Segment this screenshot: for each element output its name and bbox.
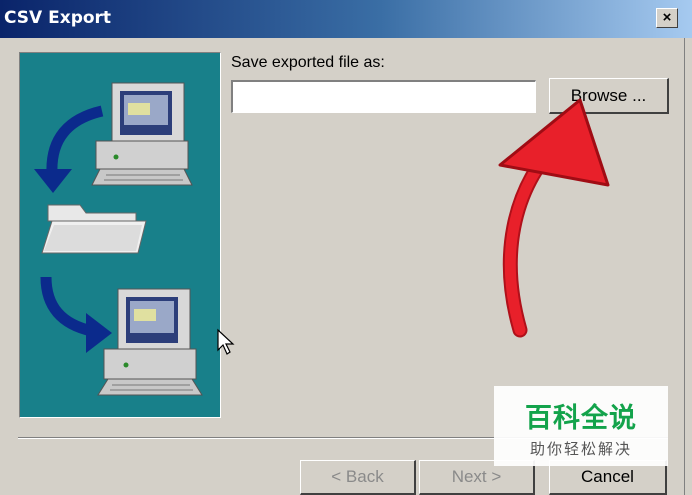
save-as-label: Save exported file as: <box>231 54 385 71</box>
watermark-subtitle: 助你轻松解决 <box>529 440 632 458</box>
watermark-title: 百科全说 <box>525 403 637 434</box>
close-button[interactable]: × <box>656 8 678 28</box>
red-arrow-annotation <box>498 98 610 338</box>
wizard-illustration <box>19 52 221 418</box>
computer-icon <box>91 82 193 186</box>
window-edge <box>684 38 692 495</box>
arrow-icon <box>40 276 94 337</box>
watermark: 百科全说 助你轻松解决 <box>494 386 668 466</box>
arrow-icon <box>46 105 104 174</box>
computer-icon <box>97 288 203 396</box>
title-bar: CSV Export × <box>0 0 692 38</box>
mouse-cursor-icon <box>217 328 235 355</box>
folder-icon <box>41 204 147 254</box>
window-title: CSV Export <box>4 8 112 28</box>
back-button[interactable]: < Back <box>300 460 416 495</box>
close-icon: × <box>662 9 672 26</box>
export-illustration <box>34 82 203 396</box>
